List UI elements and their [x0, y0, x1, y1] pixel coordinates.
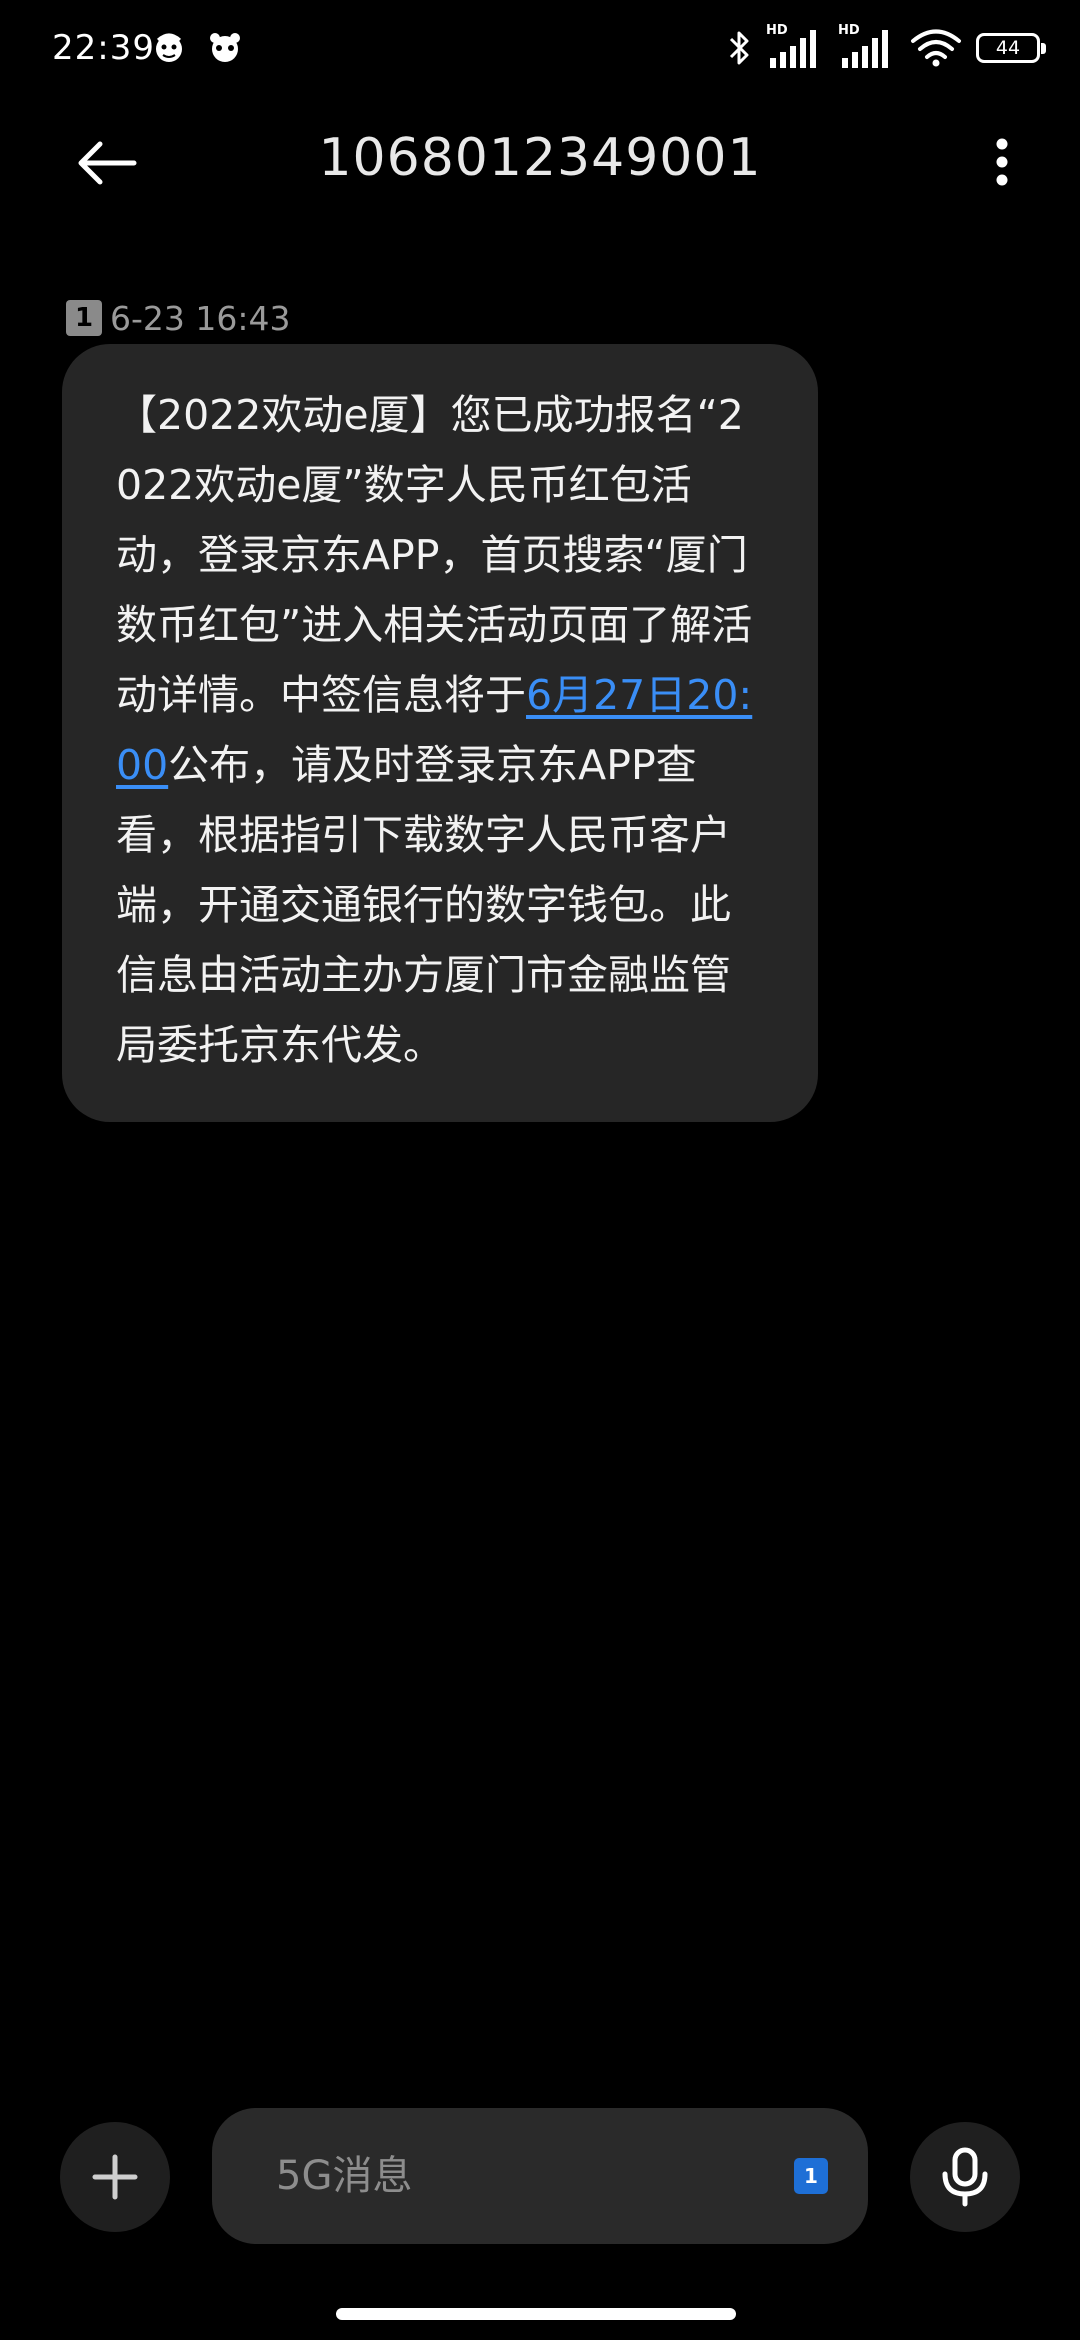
- more-options-button[interactable]: [962, 122, 1042, 202]
- status-time: 22:39: [52, 28, 155, 68]
- conversation-title: 1068012349001: [318, 128, 762, 188]
- message-text-part: 公布，请及时登录京东APP查看，根据指引下载数字人民币客户端，开通交通银行的数字…: [116, 741, 731, 1069]
- signal-icon: HD: [838, 24, 896, 72]
- conversation-header: 1068012349001: [0, 96, 1080, 216]
- more-vertical-icon: [996, 138, 1008, 186]
- voice-input-button[interactable]: [910, 2122, 1020, 2232]
- message-meta: 1 6-23 16:43: [66, 298, 291, 338]
- cartoon-notification-icon: [210, 33, 240, 62]
- message-input[interactable]: 5G消息 1: [212, 2108, 868, 2244]
- input-placeholder: 5G消息: [276, 2153, 413, 2199]
- battery-level: 44: [995, 36, 1021, 59]
- bluetooth-icon: [729, 31, 749, 65]
- home-indicator[interactable]: [336, 2308, 736, 2320]
- microphone-icon: [942, 2147, 988, 2207]
- attach-button[interactable]: [60, 2122, 170, 2232]
- battery-icon: 44: [976, 33, 1046, 63]
- message-composer: 5G消息 1: [0, 2100, 1080, 2250]
- sim-select-button[interactable]: 1: [794, 2158, 828, 2194]
- message-timestamp: 6-23 16:43: [110, 298, 291, 338]
- message-text-part: 【2022欢动e厦】您已成功报名“2022欢动e厦”数字人民币红包活动，登录京东…: [116, 391, 753, 719]
- sim-slot-badge: 1: [66, 300, 102, 336]
- cartoon-notification-icon: [156, 33, 182, 62]
- wifi-icon: [911, 29, 961, 67]
- status-bar: 22:39 HD HD 44: [0, 0, 1080, 96]
- system-indicators: HD HD 44: [726, 24, 1046, 72]
- message-text: 【2022欢动e厦】您已成功报名“2022欢动e厦”数字人民币红包活动，登录京东…: [116, 380, 766, 1080]
- message-bubble[interactable]: 【2022欢动e厦】您已成功报名“2022欢动e厦”数字人民币红包活动，登录京东…: [62, 344, 818, 1122]
- signal-icon: HD: [766, 24, 824, 72]
- plus-icon: [92, 2154, 138, 2200]
- notification-icons: [150, 28, 244, 66]
